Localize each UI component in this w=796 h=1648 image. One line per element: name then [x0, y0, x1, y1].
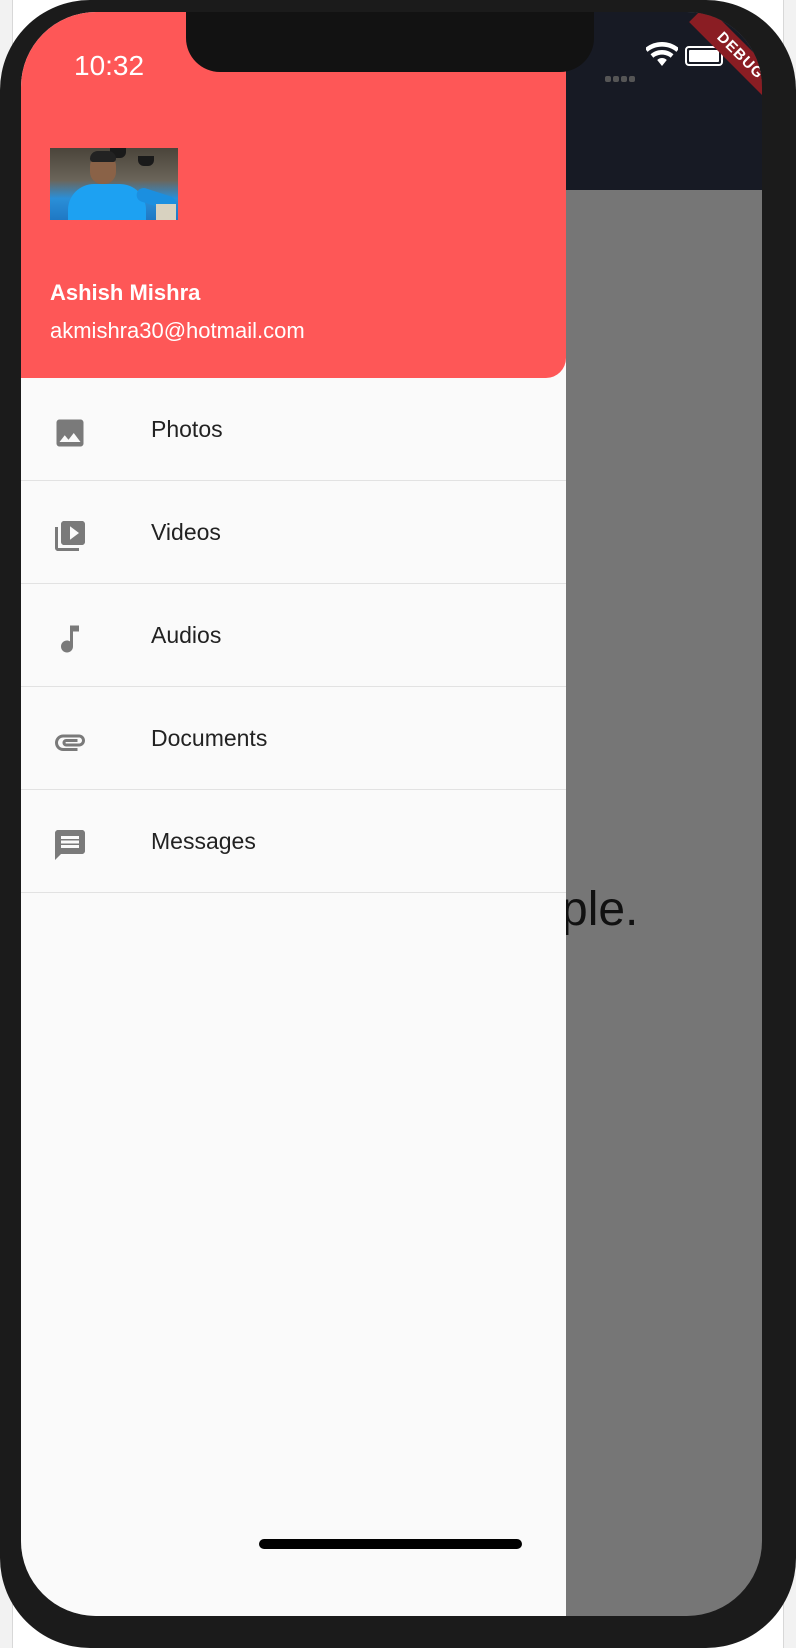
user-email: akmishra30@hotmail.com: [50, 318, 305, 343]
music-note-icon: [61, 625, 79, 653]
message-icon: [55, 830, 85, 860]
drawer-menu: Photos Videos Audios Documents Messages: [21, 378, 566, 893]
menu-item-messages[interactable]: Messages: [21, 790, 566, 893]
wifi-icon: [646, 42, 678, 66]
menu-item-label: Videos: [151, 519, 221, 545]
phone-frame: ple. Ashish Mishra akmishra30@hotmail.co…: [0, 0, 796, 1648]
menu-item-documents[interactable]: Documents: [21, 687, 566, 790]
menu-item-videos[interactable]: Videos: [21, 481, 566, 584]
attachment-icon: [55, 734, 85, 751]
user-avatar[interactable]: [50, 148, 178, 220]
image-icon: [56, 419, 84, 447]
menu-item-label: Photos: [151, 416, 223, 442]
phone-screen: ple. Ashish Mishra akmishra30@hotmail.co…: [21, 12, 762, 1616]
navigation-drawer: Ashish Mishra akmishra30@hotmail.com Pho…: [21, 12, 566, 1616]
user-name: Ashish Mishra: [50, 280, 201, 305]
status-time: 10:32: [74, 50, 145, 81]
cellular-signal-icon: [605, 69, 637, 87]
menu-item-label: Audios: [151, 622, 222, 648]
menu-item-label: Documents: [151, 725, 268, 751]
home-indicator[interactable]: [259, 1539, 522, 1549]
menu-item-label: Messages: [151, 828, 256, 854]
menu-item-audios[interactable]: Audios: [21, 584, 566, 687]
video-library-icon: [55, 521, 85, 551]
menu-item-photos[interactable]: Photos: [21, 378, 566, 481]
device-notch: [186, 12, 594, 72]
background-body-text: ple.: [561, 883, 639, 936]
